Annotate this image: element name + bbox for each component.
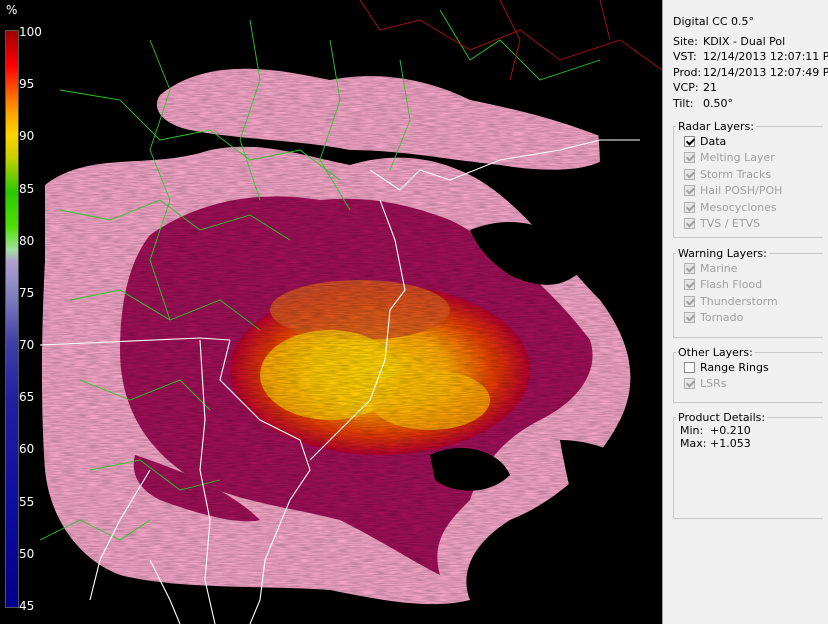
radar-map[interactable] — [0, 0, 662, 624]
min-value: +0.210 — [710, 424, 751, 437]
vcp-value: 21 — [703, 81, 717, 95]
min-row: Min: +0.210 — [680, 424, 751, 437]
checkbox-box — [684, 168, 695, 180]
scale-tick-label: 85 — [19, 181, 35, 196]
layer-label: Storm Tracks — [700, 167, 772, 181]
site-row: Site: KDIX - Dual Pol — [673, 34, 786, 48]
checkbox-box — [684, 262, 695, 274]
layer-label: Mesocyclones — [700, 200, 777, 214]
layer-marine-checkbox: Marine — [674, 260, 823, 277]
checkbox-box — [684, 378, 695, 390]
radar-layers-group: Radar Layers: Data Melting Layer Storm Tra… — [673, 120, 823, 238]
checkbox-box — [684, 201, 695, 213]
site-value: KDIX - Dual Pol — [703, 34, 786, 48]
tilt-value: 0.50° — [703, 96, 733, 110]
layer-label: TVS / ETVS — [700, 217, 761, 231]
color-scale: % 100 95 90 85 80 75 70 65 60 55 50 45 — [0, 0, 48, 624]
scale-tick-label: 95 — [19, 77, 35, 92]
scale-tick-label: 65 — [19, 390, 35, 405]
product-details-legend: Product Details: — [678, 411, 766, 424]
checkbox-box — [684, 312, 695, 324]
checkbox-box — [684, 279, 695, 291]
warning-layers-group: Warning Layers: Marine Flash Flood Thunder… — [673, 247, 823, 338]
layer-label: Marine — [700, 261, 738, 275]
warning-layers-legend: Warning Layers: — [678, 247, 767, 260]
layer-label: Data — [700, 134, 727, 148]
layer-label: Thunderstorm — [700, 294, 778, 308]
layer-flash-flood-checkbox: Flash Flood — [674, 277, 823, 294]
max-value: +1.053 — [710, 437, 751, 450]
layer-lsrs-checkbox: LSRs — [674, 376, 823, 393]
layer-melting-layer-checkbox: Melting Layer — [674, 150, 823, 167]
other-layers-legend: Other Layers: — [678, 346, 753, 359]
vst-value: 12/14/2013 12:07:11 PM — [703, 50, 828, 64]
layer-label: Range Rings — [700, 360, 769, 374]
scale-tick-label: 75 — [19, 285, 35, 300]
other-layers-group: Other Layers: Range Rings LSRs — [673, 346, 823, 403]
scale-tick-label: 60 — [19, 442, 35, 457]
scale-tick-label: 100 — [19, 25, 42, 39]
checkbox-box[interactable] — [684, 361, 695, 373]
side-panel: Digital CC 0.5° Site: KDIX - Dual Pol VST… — [662, 0, 828, 624]
vcp-row: VCP: 21 — [673, 81, 717, 95]
product-title: Digital CC 0.5° — [673, 15, 755, 28]
layer-label: LSRs — [700, 377, 727, 391]
scale-tick-label: 45 — [19, 599, 35, 613]
tilt-row: Tilt: 0.50° — [673, 96, 733, 110]
scale-tick-label: 80 — [19, 233, 35, 248]
layer-thunderstorm-checkbox: Thunderstorm — [674, 293, 823, 310]
radar-image — [0, 0, 662, 624]
prod-row: Prod: 12/14/2013 12:07:49 PM — [673, 65, 828, 81]
checkbox-box — [684, 152, 695, 164]
layer-label: Melting Layer — [700, 151, 775, 165]
scale-color-bar — [5, 30, 19, 608]
layer-mesocyclones-checkbox: Mesocyclones — [674, 199, 823, 216]
layer-tvs-etvs-checkbox: TVS / ETVS — [674, 216, 823, 233]
layer-hail-posh-poh-checkbox: Hail POSH/POH — [674, 183, 823, 200]
radar-layers-legend: Radar Layers: — [678, 120, 754, 133]
scale-tick-label: 70 — [19, 338, 35, 353]
layer-label: Hail POSH/POH — [700, 184, 783, 198]
max-row: Max: +1.053 — [680, 437, 751, 450]
checkbox-box — [684, 295, 695, 307]
product-info: Digital CC 0.5° Site: KDIX - Dual Pol VST… — [673, 14, 828, 112]
product-details-group: Product Details: Min: +0.210 Max: +1.053 — [673, 411, 823, 519]
layer-label: Tornado — [700, 311, 744, 325]
checkbox-box[interactable] — [684, 135, 695, 147]
vst-row: VST: 12/14/2013 12:07:11 PM — [673, 49, 828, 65]
scale-unit-label: % — [6, 3, 18, 17]
checkbox-box — [684, 185, 695, 197]
scale-tick-label: 55 — [19, 494, 35, 509]
layer-tornado-checkbox: Tornado — [674, 310, 823, 327]
scale-tick-label: 90 — [19, 129, 35, 144]
prod-value: 12/14/2013 12:07:49 PM — [703, 65, 828, 79]
layer-range-rings-checkbox[interactable]: Range Rings — [674, 359, 823, 376]
checkbox-box — [684, 218, 695, 230]
layer-label: Flash Flood — [700, 278, 763, 292]
layer-data-checkbox[interactable]: Data — [674, 133, 823, 150]
layer-storm-tracks-checkbox: Storm Tracks — [674, 166, 823, 183]
scale-tick-label: 50 — [19, 546, 35, 561]
